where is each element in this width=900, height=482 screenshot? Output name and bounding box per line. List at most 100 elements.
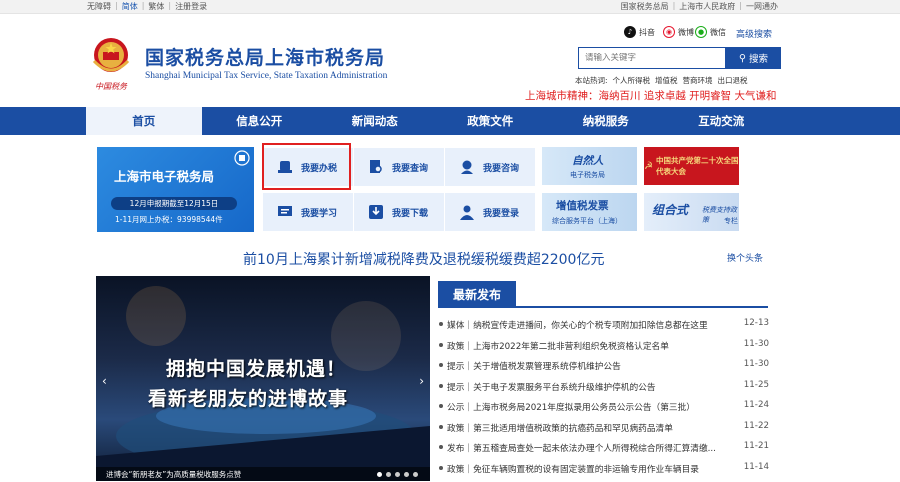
sta-link[interactable]: 国家税务总局 xyxy=(621,1,669,12)
service-label: 我要学习 xyxy=(301,206,337,219)
news-item[interactable]: 政策｜免征车辆购置税的设有固定装置的非运输专用作业车辆目录 11-14 xyxy=(439,462,769,482)
headline-link[interactable]: 前10月上海累计新增减税降费及退税缓税缓费超2200亿元 xyxy=(243,249,604,269)
service-login[interactable]: 我要登录 xyxy=(445,193,535,231)
search-input[interactable] xyxy=(585,53,725,63)
news-date: 11-21 xyxy=(744,441,769,451)
nav-info-disclosure[interactable]: 信息公开 xyxy=(202,107,318,135)
national-emblem-logo[interactable]: 中国税务 xyxy=(86,31,136,93)
etax-bureau-banner[interactable]: 上海市电子税务局 12月申报期截至12月15日 1-11月网上办税：939985… xyxy=(97,147,254,232)
service-query[interactable]: 我要查询 xyxy=(354,148,444,186)
news-list: 媒体｜纳税宣传走进播间，你关心的个税专项附加扣除信息都在这里 12-13 政策｜… xyxy=(439,318,769,482)
separator: | xyxy=(739,1,742,12)
nav-interaction[interactable]: 互动交流 xyxy=(664,107,780,135)
bullet xyxy=(439,466,443,470)
service-consult[interactable]: 我要咨询 xyxy=(445,148,535,186)
next-slide-icon[interactable]: › xyxy=(419,374,424,388)
service-label: 我要查询 xyxy=(392,161,428,174)
register-login-link[interactable]: 注册登录 xyxy=(175,1,207,12)
service-learn[interactable]: 我要学习 xyxy=(263,193,353,231)
party-congress-banner[interactable]: ☭ 中国共产党第二十次全国代表大会 xyxy=(644,147,739,185)
hand-icon xyxy=(234,150,250,166)
combined-tax-policy-banner[interactable]: 组合式 税费支持政策 专栏 xyxy=(644,193,739,231)
slide-dot[interactable] xyxy=(404,472,409,477)
promo-text: 中国共产党第二十次全国代表大会 xyxy=(656,155,739,177)
site-subtitle: Shanghai Municipal Tax Service, State Ta… xyxy=(145,71,387,81)
promo-text: 增值税发票 xyxy=(556,198,609,213)
weibo-link[interactable]: ◉ 微博 xyxy=(663,26,694,38)
service-download[interactable]: 我要下载 xyxy=(354,193,444,231)
etax-count: 1-11月网上办税：93998544件 xyxy=(115,214,223,225)
photo-slideshow[interactable]: 拥抱中国发展机遇！ 看新老朋友的进博故事 ‹ › 进博会“新朋老友”为高质量税收… xyxy=(96,276,430,481)
slide-dot[interactable] xyxy=(386,472,391,477)
search-doc-icon xyxy=(368,159,384,175)
news-item[interactable]: 政策｜上海市2022年第二批非营利组织免税资格认定名单 11-30 xyxy=(439,339,769,360)
wechat-label: 微信 xyxy=(710,27,726,38)
news-date: 11-22 xyxy=(744,421,769,431)
news-item[interactable]: 提示｜关于增值税发票管理系统停机维护公告 11-30 xyxy=(439,359,769,380)
service-label: 我要下载 xyxy=(392,206,428,219)
news-item[interactable]: 公示｜上海市税务局2021年度拟录用公务员公示公告（第三批） 11-24 xyxy=(439,400,769,421)
party-emblem-icon: ☭ xyxy=(644,161,653,172)
download-icon xyxy=(368,204,384,220)
wechat-link[interactable]: ● 微信 xyxy=(695,26,726,38)
simplified-chinese-link[interactable]: 简体 xyxy=(122,1,138,12)
separator: | xyxy=(142,1,145,12)
news-item[interactable]: 政策｜第三批适用增值税政策的抗癌药品和罕见病药品清单 11-22 xyxy=(439,421,769,442)
news-title: 提示｜关于增值税发票管理系统停机维护公告 xyxy=(447,359,735,372)
slide-dot[interactable] xyxy=(377,472,382,477)
news-date: 11-30 xyxy=(744,339,769,349)
headset-icon xyxy=(459,159,475,175)
monitor-icon xyxy=(277,204,293,220)
change-headline-link[interactable]: 换个头条 xyxy=(727,251,763,264)
advanced-search-link[interactable]: 高级搜索 xyxy=(736,27,772,40)
news-item[interactable]: 提示｜关于电子发票服务平台系统升级维护停机的公告 11-25 xyxy=(439,380,769,401)
bullet xyxy=(439,384,443,388)
etax-deadline: 12月申报期截至12月15日 xyxy=(111,197,237,210)
news-title: 政策｜上海市2022年第二批非营利组织免税资格认定名单 xyxy=(447,339,735,352)
emblem-caption: 中国税务 xyxy=(95,82,128,91)
emblem-icon: 中国税务 xyxy=(86,31,136,93)
slide-dot[interactable] xyxy=(413,472,418,477)
news-date: 11-25 xyxy=(744,380,769,390)
promo-text: 专栏 xyxy=(724,216,738,226)
nav-tax-service[interactable]: 纳税服务 xyxy=(548,107,664,135)
separator: | xyxy=(115,1,118,12)
news-title: 发布｜第五稽查局查处一起未依法办理个人所得税综合所得汇算清缴... xyxy=(447,441,735,454)
shanghai-gov-link[interactable]: 上海市人民政府 xyxy=(679,1,735,12)
news-item[interactable]: 发布｜第五稽查局查处一起未依法办理个人所得税综合所得汇算清缴... 11-21 xyxy=(439,441,769,462)
latest-news-tab[interactable]: 最新发布 xyxy=(438,281,516,308)
bullet xyxy=(439,425,443,429)
hot-word-link[interactable]: 个人所得税 xyxy=(613,75,651,86)
promo-text: 自然人 xyxy=(572,153,604,168)
nav-policy[interactable]: 政策文件 xyxy=(433,107,549,135)
promo-text: 综合服务平台（上海） xyxy=(552,216,622,226)
prev-slide-icon[interactable]: ‹ xyxy=(102,374,107,388)
search-box[interactable] xyxy=(578,47,726,69)
natural-person-etax-banner[interactable]: 自然人 电子税务局 xyxy=(542,147,637,185)
hot-word-link[interactable]: 增值税 xyxy=(655,75,678,86)
news-date: 12-13 xyxy=(744,318,769,328)
slide-title-line1: 拥抱中国发展机遇！ xyxy=(166,354,346,381)
news-date: 11-14 xyxy=(744,462,769,472)
traditional-chinese-link[interactable]: 繁体 xyxy=(148,1,164,12)
tiktok-link[interactable]: ♪ 抖音 xyxy=(624,26,655,38)
news-title: 政策｜第三批适用增值税政策的抗癌药品和罕见病药品清单 xyxy=(447,421,735,434)
hot-word-link[interactable]: 出口退税 xyxy=(718,75,748,86)
accessibility-link[interactable]: 无障碍 xyxy=(87,1,111,12)
vat-invoice-platform-banner[interactable]: 增值税发票 综合服务平台（上海） xyxy=(542,193,637,231)
site-title: 国家税务总局上海市税务局 xyxy=(145,43,385,70)
hot-word-link[interactable]: 营商环境 xyxy=(683,75,713,86)
nav-home[interactable]: 首页 xyxy=(86,107,202,135)
news-item[interactable]: 媒体｜纳税宣传走进播间，你关心的个税专项附加扣除信息都在这里 12-13 xyxy=(439,318,769,339)
slide-dot[interactable] xyxy=(395,472,400,477)
etax-title: 上海市电子税务局 xyxy=(114,166,214,185)
bullet xyxy=(439,343,443,347)
news-header: 最新发布 xyxy=(438,281,768,308)
bullet xyxy=(439,322,443,326)
tiktok-icon: ♪ xyxy=(624,26,636,38)
one-network-link[interactable]: 一网通办 xyxy=(746,1,778,12)
promo-text: 组合式 xyxy=(652,201,688,218)
bullet xyxy=(439,445,443,449)
search-button[interactable]: ⚲ 搜索 xyxy=(726,47,781,69)
nav-news[interactable]: 新闻动态 xyxy=(317,107,433,135)
